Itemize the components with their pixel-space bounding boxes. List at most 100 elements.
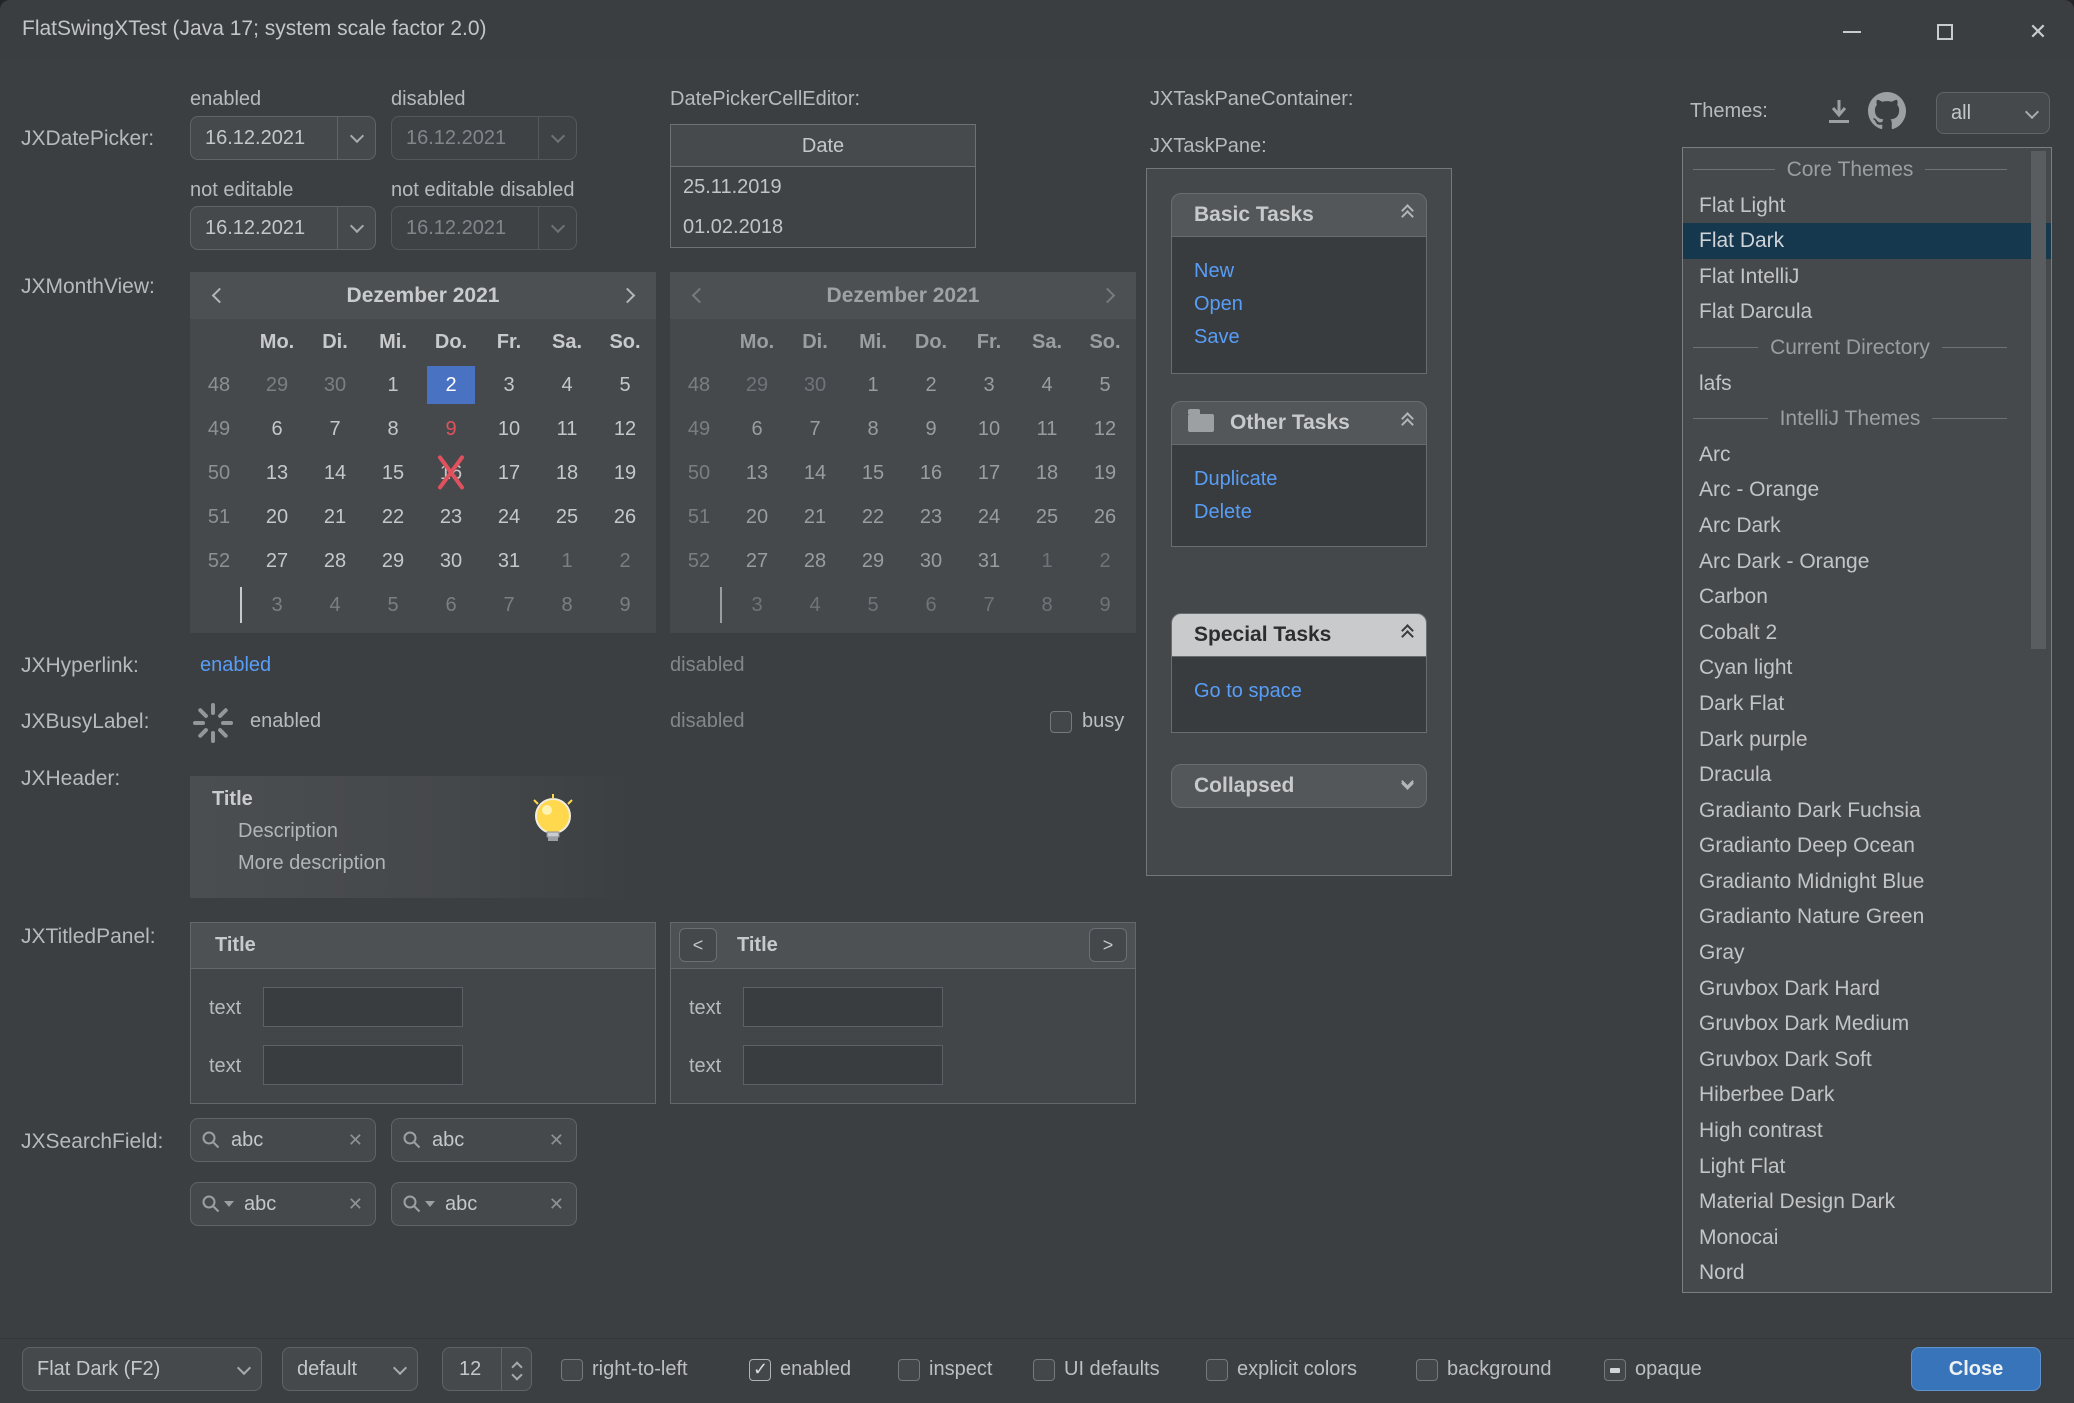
scrollbar-thumb[interactable]	[2031, 151, 2046, 649]
clear-icon[interactable]: ✕	[348, 1194, 363, 1215]
day-cell[interactable]: 13	[248, 451, 306, 495]
next-month-button[interactable]	[604, 272, 650, 319]
download-icon[interactable]	[1824, 96, 1854, 128]
day-cell[interactable]: 3	[480, 363, 538, 407]
day-cell[interactable]: 18	[538, 451, 596, 495]
search-input[interactable]: abc	[445, 1193, 549, 1216]
clear-icon[interactable]: ✕	[549, 1194, 564, 1215]
theme-item[interactable]: Gruvbox Dark Hard	[1683, 971, 2051, 1007]
checkbox-box[interactable]	[561, 1359, 583, 1381]
spinner-buttons[interactable]	[501, 1348, 531, 1390]
day-cell[interactable]: 26	[596, 495, 654, 539]
checkbox-box[interactable]	[749, 1359, 771, 1381]
checkbox-box[interactable]	[1033, 1359, 1055, 1381]
checkbox-box[interactable]	[898, 1359, 920, 1381]
day-cell[interactable]: 31	[480, 539, 538, 583]
day-cell[interactable]: 6	[248, 407, 306, 451]
day-cell[interactable]: 9	[596, 583, 654, 627]
theme-item[interactable]: Arc	[1683, 437, 2051, 473]
theme-item[interactable]: Gradianto Midnight Blue	[1683, 864, 2051, 900]
task-link[interactable]: New	[1194, 255, 1426, 288]
theme-item[interactable]: Light Flat	[1683, 1149, 2051, 1185]
day-cell[interactable]: 1	[538, 539, 596, 583]
day-cell[interactable]: 5	[596, 363, 654, 407]
day-cell[interactable]: 29	[248, 363, 306, 407]
day-cell[interactable]: 17	[480, 451, 538, 495]
taskpane-group-header[interactable]: Special Tasks	[1171, 613, 1427, 657]
github-icon[interactable]	[1868, 92, 1906, 130]
themes-filter-combo[interactable]: all	[1936, 92, 2050, 134]
prev-month-button[interactable]	[196, 272, 242, 319]
theme-item[interactable]: Arc Dark	[1683, 508, 2051, 544]
day-cell[interactable]: 7	[480, 583, 538, 627]
task-link[interactable]: Delete	[1194, 496, 1426, 529]
day-cell[interactable]: 29	[364, 539, 422, 583]
day-cell[interactable]: 28	[306, 539, 364, 583]
day-cell[interactable]: 30	[306, 363, 364, 407]
datepicker-not-editable[interactable]: 16.12.2021	[190, 206, 376, 250]
search-input[interactable]: abc	[244, 1193, 348, 1216]
theme-item[interactable]: High contrast	[1683, 1113, 2051, 1149]
theme-item[interactable]: Monocai	[1683, 1220, 2051, 1256]
table-row[interactable]: 25.11.2019	[671, 167, 975, 207]
day-cell[interactable]: 2	[596, 539, 654, 583]
day-cell[interactable]: 14	[306, 451, 364, 495]
search-field[interactable]: abc✕	[391, 1182, 577, 1226]
day-cell[interactable]: 5	[364, 583, 422, 627]
theme-item[interactable]: Gradianto Deep Ocean	[1683, 828, 2051, 864]
day-cell[interactable]: 9	[422, 407, 480, 451]
task-link[interactable]: Open	[1194, 288, 1426, 321]
theme-item[interactable]: Nord	[1683, 1255, 2051, 1291]
day-cell[interactable]: 4	[306, 583, 364, 627]
day-cell[interactable]: 12	[596, 407, 654, 451]
day-cell[interactable]: 30	[422, 539, 480, 583]
theme-item[interactable]: Gradianto Nature Green	[1683, 899, 2051, 935]
close-window-button[interactable]: ✕	[2020, 14, 2056, 50]
theme-item[interactable]: Gruvbox Dark Soft	[1683, 1042, 2051, 1078]
clear-icon[interactable]: ✕	[348, 1130, 363, 1151]
text-input[interactable]	[263, 1045, 463, 1085]
day-cell[interactable]: 2	[422, 363, 480, 407]
datepicker-dropdown-button[interactable]	[337, 117, 375, 159]
theme-item[interactable]: Flat Dark	[1683, 223, 2051, 259]
day-cell[interactable]: 8	[538, 583, 596, 627]
search-input[interactable]: abc	[231, 1129, 348, 1152]
text-input[interactable]	[263, 987, 463, 1027]
day-cell[interactable]: 3	[248, 583, 306, 627]
hyperlink-enabled[interactable]: enabled	[200, 654, 271, 677]
theme-item[interactable]: Gruvbox Dark Medium	[1683, 1006, 2051, 1042]
day-cell[interactable]: 11	[538, 407, 596, 451]
theme-item[interactable]: Cyan light	[1683, 650, 2051, 686]
day-cell[interactable]: 15	[364, 451, 422, 495]
theme-item[interactable]: Gradianto Dark Fuchsia	[1683, 793, 2051, 829]
checkbox-ui-defaults[interactable]: UI defaults	[1033, 1358, 1160, 1381]
day-cell[interactable]: 19	[596, 451, 654, 495]
theme-item[interactable]: Arc Dark - Orange	[1683, 544, 2051, 580]
maximize-button[interactable]	[1927, 14, 1963, 50]
taskpane-group-header[interactable]: Other Tasks	[1171, 401, 1427, 445]
titledpanel-prev-button[interactable]: <	[679, 928, 717, 962]
theme-item[interactable]: Flat IntelliJ	[1683, 259, 2051, 295]
titledpanel-next-button[interactable]: >	[1089, 928, 1127, 962]
style-combo[interactable]: default	[282, 1347, 418, 1391]
text-input[interactable]	[743, 1045, 943, 1085]
checkbox-explicit-colors[interactable]: explicit colors	[1206, 1358, 1357, 1381]
day-cell[interactable]: 20	[248, 495, 306, 539]
clear-icon[interactable]: ✕	[549, 1130, 564, 1151]
theme-item[interactable]: Hiberbee Dark	[1683, 1077, 2051, 1113]
datepicker-dropdown-button[interactable]	[337, 207, 375, 249]
checkbox-right-to-left[interactable]: right-to-left	[561, 1358, 688, 1381]
day-cell[interactable]: 25	[538, 495, 596, 539]
day-cell[interactable]: 23	[422, 495, 480, 539]
datepicker-enabled[interactable]: 16.12.2021	[190, 116, 376, 160]
theme-item[interactable]: Cobalt 2	[1683, 615, 2051, 651]
font-size-spinner[interactable]: 12	[442, 1347, 532, 1391]
theme-item[interactable]: Dark purple	[1683, 722, 2051, 758]
taskpane-group-header[interactable]: Collapsed	[1171, 764, 1427, 808]
day-cell[interactable]: 24	[480, 495, 538, 539]
search-field[interactable]: abc✕	[391, 1118, 577, 1162]
theme-item[interactable]: Dracula	[1683, 757, 2051, 793]
theme-item[interactable]: lafs	[1683, 366, 2051, 402]
day-cell[interactable]: 16	[422, 451, 480, 495]
table-row[interactable]: 01.02.2018	[671, 207, 975, 247]
